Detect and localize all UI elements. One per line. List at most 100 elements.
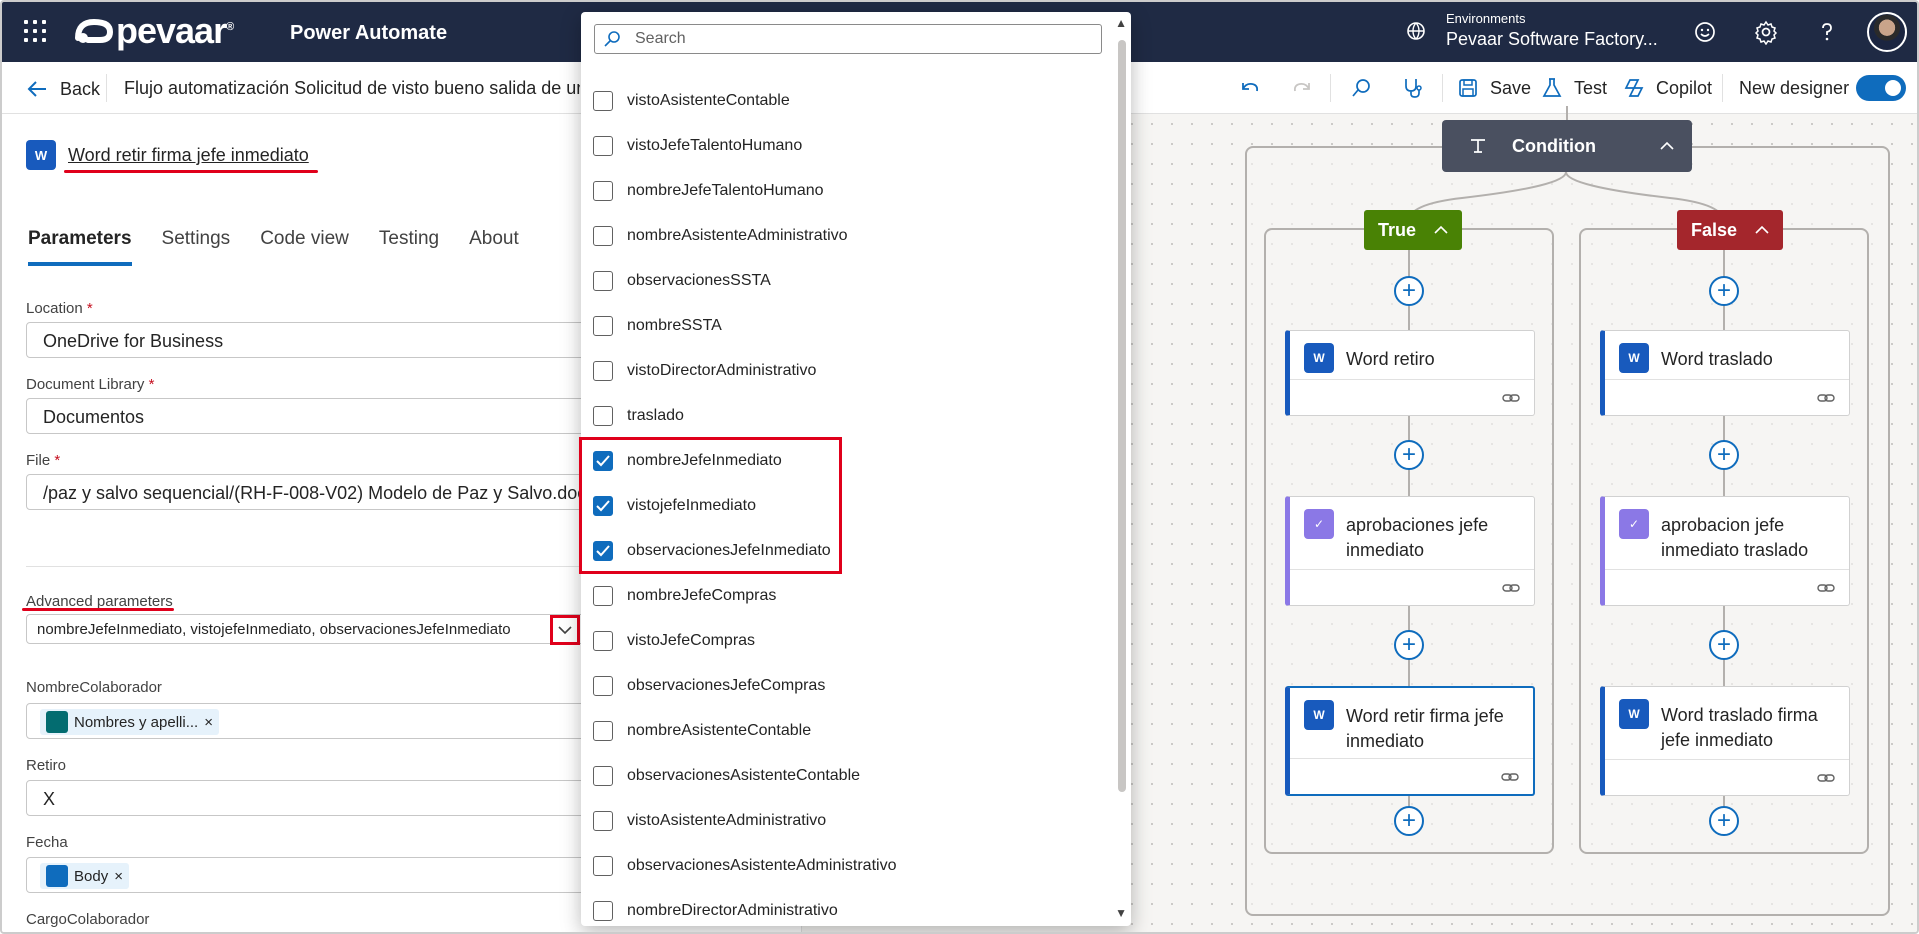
chevron-up-icon[interactable] [1660, 141, 1674, 151]
checkbox[interactable] [593, 181, 613, 201]
card-footer [1605, 379, 1849, 415]
waffle-icon[interactable] [24, 20, 46, 42]
dynamic-content-token[interactable]: Nombres y apelli... × [40, 709, 219, 735]
annotation-highlight-box [579, 437, 842, 574]
checkbox[interactable] [593, 91, 613, 111]
checkbox[interactable] [593, 361, 613, 381]
checkbox[interactable] [593, 136, 613, 156]
checkbox[interactable] [593, 766, 613, 786]
environment-name[interactable]: Pevaar Software Factory... [1446, 29, 1658, 50]
advanced-parameters-dropdown-button[interactable] [550, 615, 580, 645]
app-window: pevaar® Power Automate Environments Peva… [0, 0, 1919, 934]
retiro-field[interactable]: X [26, 780, 606, 816]
smiley-icon[interactable] [1692, 19, 1718, 45]
option-item[interactable]: vistoDirectorAdministrativo [593, 352, 816, 390]
file-field[interactable]: /paz y salvo sequencial/(RH-F-008-V02) M… [26, 474, 606, 510]
app-name[interactable]: Power Automate [290, 22, 447, 45]
new-designer-toggle[interactable] [1856, 75, 1906, 101]
tab-code-view[interactable]: Code view [260, 228, 349, 266]
user-avatar[interactable] [1867, 12, 1907, 52]
action-card-selected[interactable]: W Word retir firma jefe inmediato [1285, 686, 1535, 796]
advanced-parameters-dropdown[interactable]: Search vistoAsistenteContable vistoJefeTa… [579, 12, 1131, 926]
back-arrow-icon [27, 81, 46, 97]
option-item[interactable]: vistoJefeCompras [593, 622, 755, 660]
option-item[interactable]: nombreJefeCompras [593, 577, 776, 615]
save-button[interactable]: Save [1456, 76, 1531, 100]
scroll-down-icon[interactable]: ▼ [1115, 906, 1127, 920]
add-step-button[interactable]: + [1394, 630, 1424, 660]
checkbox[interactable] [593, 676, 613, 696]
test-button[interactable]: Test [1540, 76, 1607, 100]
option-item[interactable]: nombreJefeTalentoHumano [593, 172, 824, 210]
advanced-parameters-select[interactable]: nombreJefeInmediato, vistojefeInmediato,… [26, 614, 592, 644]
action-card[interactable]: W Word traslado firma jefe inmediato [1600, 686, 1850, 796]
action-card[interactable]: ✓ aprobaciones jefe inmediato [1285, 496, 1535, 606]
flow-title[interactable]: Flujo automatización Solicitud de visto … [124, 78, 580, 99]
checkbox[interactable] [593, 226, 613, 246]
option-item[interactable]: traslado [593, 397, 684, 435]
checkbox[interactable] [593, 316, 613, 336]
tab-testing[interactable]: Testing [379, 228, 439, 266]
action-card[interactable]: ✓ aprobacion jefe inmediato traslado [1600, 496, 1850, 606]
option-item[interactable]: observacionesAsistenteAdministrativo [593, 847, 896, 885]
action-card[interactable]: W Word traslado [1600, 330, 1850, 416]
option-label: vistoJefeTalentoHumano [627, 137, 803, 154]
token-close-icon[interactable]: × [204, 714, 213, 731]
tab-parameters[interactable]: Parameters [28, 228, 132, 266]
undo-icon[interactable] [1236, 75, 1262, 101]
action-card[interactable]: W Word retiro [1285, 330, 1535, 416]
add-step-button[interactable]: + [1709, 630, 1739, 660]
checkbox[interactable] [593, 586, 613, 606]
add-step-button[interactable]: + [1709, 806, 1739, 836]
option-item[interactable]: nombreAsistenteAdministrativo [593, 217, 848, 255]
option-item[interactable]: nombreSSTA [593, 307, 722, 345]
chevron-up-icon[interactable] [1755, 225, 1769, 235]
option-item[interactable]: vistoAsistenteAdministrativo [593, 802, 826, 840]
card-footer [1605, 569, 1849, 605]
add-step-button[interactable]: + [1394, 806, 1424, 836]
dynamic-content-token[interactable]: Body × [40, 863, 129, 889]
option-item[interactable]: vistoAsistenteContable [593, 82, 790, 120]
option-item[interactable]: observacionesJefeCompras [593, 667, 825, 705]
help-icon[interactable] [1814, 19, 1840, 45]
checkbox[interactable] [593, 811, 613, 831]
option-label: observacionesAsistenteContable [627, 767, 861, 784]
chevron-down-icon [558, 626, 572, 635]
back-button[interactable]: Back [26, 78, 100, 100]
option-item[interactable]: nombreAsistenteContable [593, 712, 811, 750]
redo-icon[interactable] [1290, 75, 1316, 101]
add-step-button[interactable]: + [1709, 276, 1739, 306]
scroll-up-icon[interactable]: ▲ [1115, 16, 1127, 30]
option-item[interactable]: observacionesAsistenteContable [593, 757, 860, 795]
add-step-button[interactable]: + [1709, 440, 1739, 470]
false-branch-header[interactable]: False [1677, 210, 1784, 250]
search-box[interactable]: Search [594, 24, 1102, 54]
add-step-button[interactable]: + [1394, 276, 1424, 306]
checkbox[interactable] [593, 406, 613, 426]
true-branch-header[interactable]: True [1364, 210, 1463, 250]
document-library-field[interactable]: Documentos [26, 398, 606, 434]
chevron-up-icon[interactable] [1434, 225, 1448, 235]
location-field[interactable]: OneDrive for Business [26, 322, 606, 358]
copilot-button[interactable]: Copilot [1622, 76, 1712, 100]
scrollbar[interactable] [1118, 40, 1126, 792]
flow-checker-icon[interactable] [1400, 75, 1426, 101]
checkbox[interactable] [593, 721, 613, 741]
tab-settings[interactable]: Settings [162, 228, 231, 266]
checkbox[interactable] [593, 631, 613, 651]
tab-about[interactable]: About [469, 228, 519, 266]
gear-icon[interactable] [1753, 19, 1779, 45]
option-item[interactable]: nombreDirectorAdministrativo [593, 892, 838, 930]
condition-card[interactable]: Condition [1442, 120, 1692, 172]
checkbox[interactable] [593, 856, 613, 876]
approval-icon: ✓ [1619, 509, 1649, 539]
token-close-icon[interactable]: × [114, 868, 123, 885]
action-title[interactable]: Word retir firma jefe inmediato [68, 145, 309, 166]
option-item[interactable]: vistoJefeTalentoHumano [593, 127, 802, 165]
checkbox[interactable] [593, 271, 613, 291]
option-item[interactable]: observacionesSSTA [593, 262, 771, 300]
feedback-icon[interactable] [1349, 75, 1375, 101]
add-step-button[interactable]: + [1394, 440, 1424, 470]
copilot-icon [1624, 79, 1644, 97]
checkbox[interactable] [593, 901, 613, 921]
